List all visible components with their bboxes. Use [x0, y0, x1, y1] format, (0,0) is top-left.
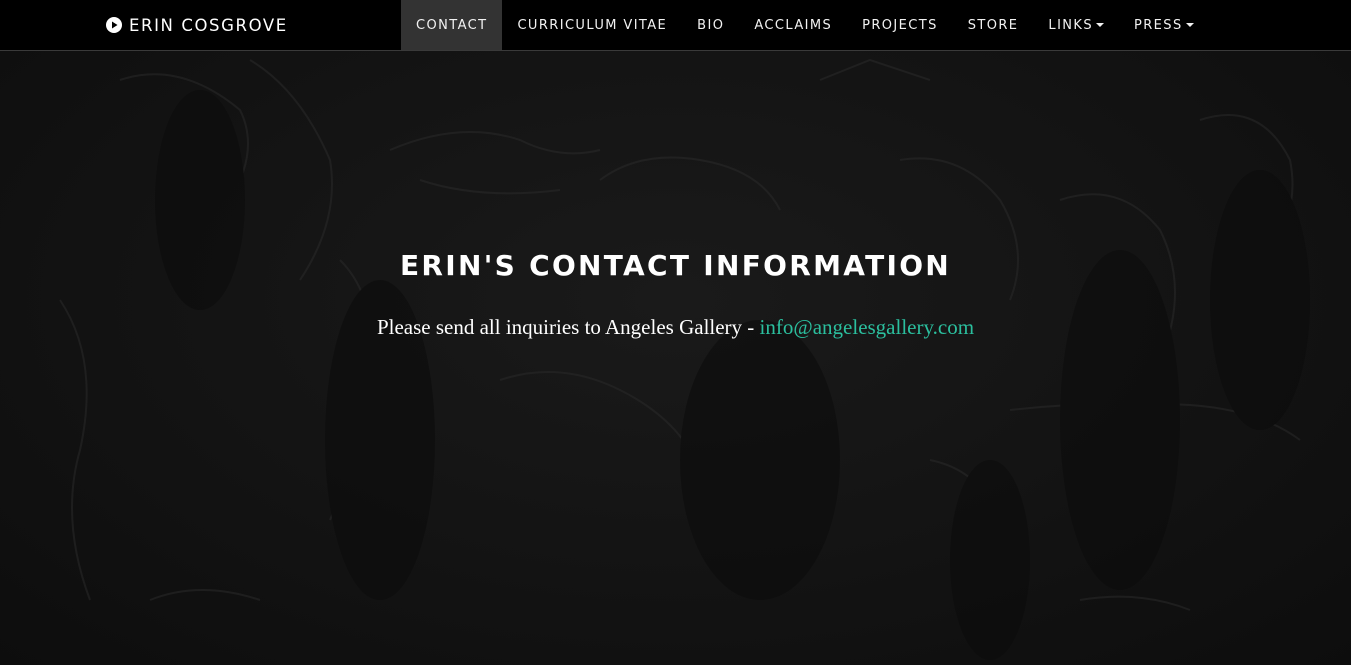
nav-item-press-dropdown[interactable]: PRESS — [1119, 0, 1209, 50]
inquiry-text: Please send all inquiries to Angeles Gal… — [376, 315, 760, 339]
nav-item-projects[interactable]: PROJECTS — [847, 0, 953, 50]
nav-item-label: STORE — [967, 17, 1019, 33]
nav-item-label: CONTACT — [416, 17, 488, 33]
caret-down-icon — [1096, 23, 1104, 27]
email-link[interactable]: info@angelesgallery.com — [760, 315, 974, 339]
nav-item-label: BIO — [697, 17, 725, 33]
page: ERIN COSGROVE CONTACT CURRICULUM VITAE B… — [0, 0, 1351, 665]
play-circle-icon — [106, 17, 122, 33]
nav-item-label: PROJECTS — [862, 17, 938, 33]
contact-section: ERIN'S CONTACT INFORMATION Please send a… — [0, 245, 1351, 342]
inquiry-paragraph: Please send all inquiries to Angeles Gal… — [0, 312, 1351, 342]
nav-item-label: PRESS — [1134, 17, 1183, 33]
nav-item-label: CURRICULUM VITAE — [517, 17, 668, 33]
nav-item-curriculum-vitae[interactable]: CURRICULUM VITAE — [502, 0, 682, 50]
nav-item-acclaims[interactable]: ACCLAIMS — [739, 0, 847, 50]
nav-item-label: LINKS — [1048, 17, 1093, 33]
caret-down-icon — [1185, 23, 1194, 27]
page-title: ERIN'S CONTACT INFORMATION — [399, 249, 952, 282]
nav-item-label: ACCLAIMS — [754, 17, 833, 33]
top-navbar: ERIN COSGROVE CONTACT CURRICULUM VITAE B… — [0, 0, 1351, 51]
main-nav: CONTACT CURRICULUM VITAE BIO ACCLAIMS PR… — [401, 0, 1209, 50]
nav-item-links-dropdown[interactable]: LINKS — [1033, 0, 1119, 50]
brand-link[interactable]: ERIN COSGROVE — [106, 0, 288, 50]
brand-name: ERIN COSGROVE — [129, 15, 288, 35]
nav-item-contact[interactable]: CONTACT — [401, 0, 503, 50]
nav-item-bio[interactable]: BIO — [682, 0, 739, 50]
nav-item-store[interactable]: STORE — [953, 0, 1034, 50]
